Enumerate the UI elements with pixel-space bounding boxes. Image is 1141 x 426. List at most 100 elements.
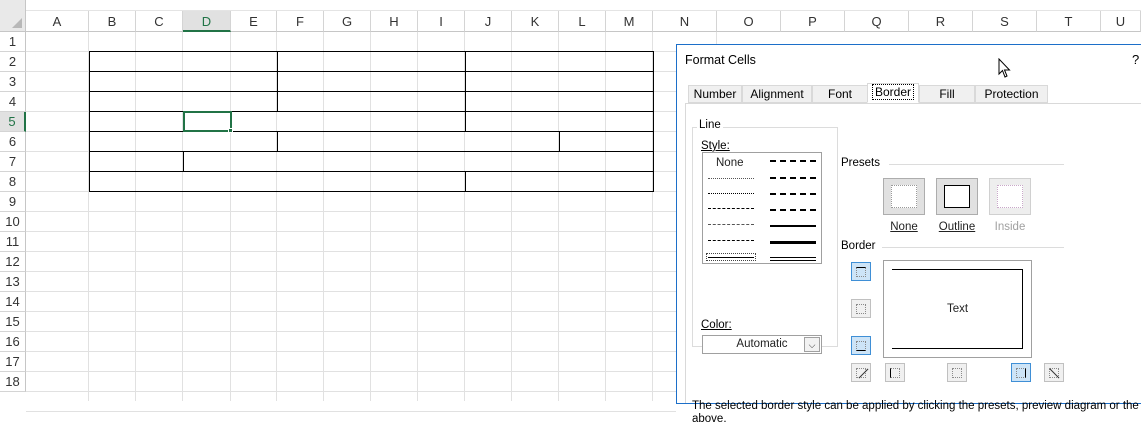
column-header-p[interactable]: P <box>781 11 845 32</box>
border-right-button[interactable] <box>1011 363 1031 382</box>
preview-text: Text <box>947 303 969 315</box>
line-style-hair[interactable] <box>708 178 754 179</box>
line-style-thick[interactable] <box>770 241 816 244</box>
column-header-c[interactable]: C <box>136 11 183 32</box>
line-style-double[interactable] <box>770 257 816 261</box>
border-group-label: Border <box>839 240 878 252</box>
chevron-down-icon[interactable]: ⌵ <box>804 337 820 352</box>
column-header-k[interactable]: K <box>512 11 559 32</box>
row-header-3[interactable]: 3 <box>0 72 26 92</box>
column-header-g[interactable]: G <box>324 11 371 32</box>
border-middle-vertical-button[interactable] <box>947 363 967 382</box>
border-left-button[interactable] <box>885 363 905 382</box>
line-style-medium-dash-dot[interactable] <box>770 193 816 195</box>
active-cell-d5[interactable] <box>183 111 232 132</box>
column-header-o[interactable]: O <box>717 11 781 32</box>
row-header-9[interactable]: 9 <box>0 192 26 212</box>
column-header-n[interactable]: N <box>653 11 717 32</box>
column-header-d[interactable]: D <box>183 11 231 32</box>
row-header-1[interactable]: 1 <box>0 32 26 52</box>
tab-alignment[interactable]: Alignment <box>742 85 812 103</box>
border-diagonal-up-button[interactable] <box>851 363 871 382</box>
fill-handle[interactable] <box>228 128 233 133</box>
column-header-b[interactable]: B <box>89 11 136 32</box>
row-header-14[interactable]: 14 <box>0 292 26 312</box>
cell-border-line <box>89 51 90 192</box>
tab-protection[interactable]: Protection <box>975 85 1048 103</box>
line-style-dashed[interactable] <box>708 240 754 241</box>
gridline-vertical <box>370 32 371 401</box>
select-all-corner[interactable] <box>0 0 26 32</box>
row-header-5[interactable]: 5 <box>0 112 26 132</box>
row-header-18[interactable]: 18 <box>0 372 26 392</box>
border-diagonal-down-button[interactable] <box>1044 363 1064 382</box>
border-preview[interactable]: Text <box>883 260 1032 358</box>
column-header-r[interactable]: R <box>909 11 973 32</box>
color-dropdown[interactable]: Automatic ⌵ <box>702 335 822 354</box>
cell-border-line <box>89 131 654 132</box>
row-header-4[interactable]: 4 <box>0 92 26 112</box>
row-header-7[interactable]: 7 <box>0 152 26 172</box>
row-header-10[interactable]: 10 <box>0 212 26 232</box>
line-style-list[interactable]: None <box>702 152 822 264</box>
style-label: Style: <box>699 140 732 152</box>
cell-border-line <box>89 91 654 92</box>
border-top-button[interactable] <box>851 262 871 281</box>
column-header-l[interactable]: L <box>559 11 606 32</box>
tab-fill[interactable]: Fill <box>919 85 975 103</box>
row-header-6[interactable]: 6 <box>0 132 26 152</box>
tab-font[interactable]: Font <box>812 85 868 103</box>
help-button[interactable]: ? <box>1132 52 1139 67</box>
row-header-11[interactable]: 11 <box>0 232 26 252</box>
cell-border-line <box>465 111 466 132</box>
cell-border-line <box>89 51 654 52</box>
color-label: Color: <box>699 319 734 331</box>
gridline-horizontal <box>26 231 676 232</box>
gridline-horizontal <box>26 351 676 352</box>
border-tab-panel: Line Style: None Color: Automatic ⌵ Pres… <box>685 103 1141 425</box>
column-header-s[interactable]: S <box>973 11 1037 32</box>
border-middle-horizontal-button[interactable] <box>851 299 871 318</box>
cell-border-line <box>89 111 654 112</box>
cell-border-line <box>465 171 466 192</box>
line-style-dash-dot[interactable] <box>708 224 754 225</box>
row-header-2[interactable]: 2 <box>0 52 26 72</box>
gridline-horizontal <box>26 291 676 292</box>
line-style-dotted[interactable] <box>708 193 754 194</box>
line-style-medium-dash-dot-dot[interactable] <box>770 160 816 162</box>
row-header-13[interactable]: 13 <box>0 272 26 292</box>
column-header-m[interactable]: M <box>606 11 653 32</box>
line-style-medium-dashed[interactable] <box>770 209 816 211</box>
tab-border[interactable]: Border <box>867 83 919 103</box>
column-header-e[interactable]: E <box>231 11 277 32</box>
cell-border-line <box>277 131 278 152</box>
line-style-dash-dot-dot[interactable] <box>708 208 754 209</box>
border-left-icon <box>890 368 900 378</box>
preset-inside-button[interactable] <box>989 178 1031 215</box>
tab-alignment-label: Alignment <box>750 87 804 101</box>
line-style-medium[interactable] <box>770 225 816 227</box>
column-header-h[interactable]: H <box>371 11 418 32</box>
line-style-slant-dash-dot[interactable] <box>770 177 816 179</box>
column-header-a[interactable]: A <box>26 11 89 32</box>
line-style-thin[interactable] <box>708 257 754 258</box>
border-bottom-button[interactable] <box>851 336 871 355</box>
tab-font-label: Font <box>827 87 852 101</box>
column-header-q[interactable]: Q <box>845 11 909 32</box>
gridline-vertical <box>323 32 324 401</box>
column-header-u[interactable]: U <box>1101 11 1141 32</box>
row-header-15[interactable]: 15 <box>0 312 26 332</box>
row-header-12[interactable]: 12 <box>0 252 26 272</box>
row-header-17[interactable]: 17 <box>0 352 26 372</box>
gridline-horizontal <box>26 251 676 252</box>
preset-outline-button[interactable] <box>936 178 978 215</box>
column-header-i[interactable]: I <box>418 11 465 32</box>
column-header-f[interactable]: F <box>277 11 324 32</box>
row-header-8[interactable]: 8 <box>0 172 26 192</box>
tab-number[interactable]: Number <box>688 85 742 103</box>
line-style-none[interactable]: None <box>716 157 744 169</box>
column-header-j[interactable]: J <box>465 11 512 32</box>
row-header-16[interactable]: 16 <box>0 332 26 352</box>
preset-none-button[interactable] <box>883 178 925 215</box>
column-header-t[interactable]: T <box>1037 11 1101 32</box>
